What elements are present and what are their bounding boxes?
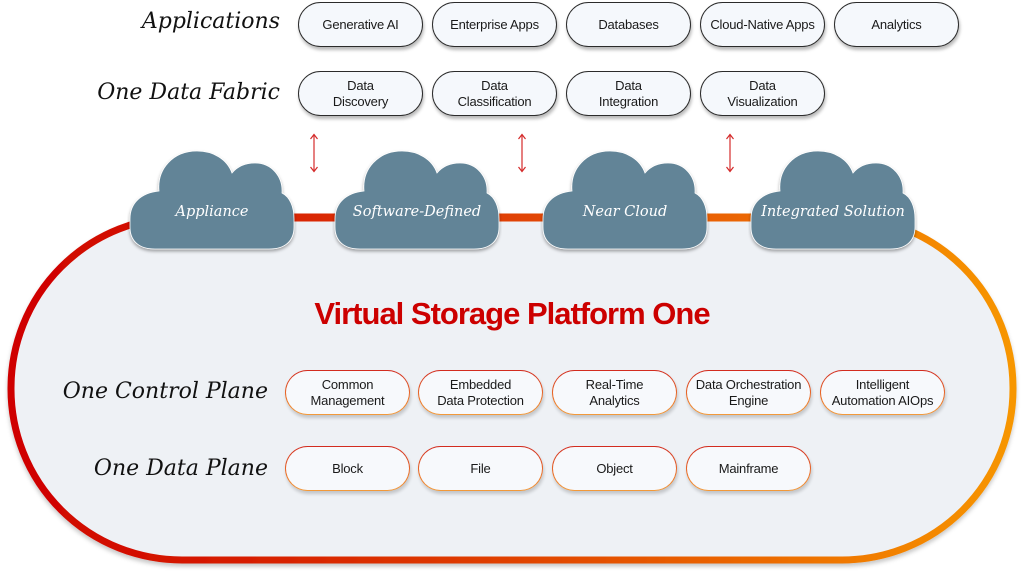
control-pill-label: Embedded Data Protection xyxy=(437,376,524,408)
control-plane-label: One Control Plane xyxy=(62,379,268,404)
cloud-label: Software-Defined xyxy=(352,204,482,220)
data-pill-label: Object xyxy=(596,460,633,476)
cloud-label: Integrated Solution xyxy=(761,204,905,220)
cloud-icon xyxy=(750,150,916,250)
data-pill-label: File xyxy=(470,460,491,476)
control-pill-intelligent-automation-aiops[interactable]: Intelligent Automation AIOps xyxy=(820,370,945,415)
data-pill-object[interactable]: Object xyxy=(552,446,677,491)
data-pill-block[interactable]: Block xyxy=(285,446,410,491)
cloud-near-cloud[interactable]: Near Cloud xyxy=(540,145,710,255)
control-pill-embedded-data-protection[interactable]: Embedded Data Protection xyxy=(418,370,543,415)
cloud-appliance[interactable]: Appliance xyxy=(127,145,297,255)
cloud-label: Appliance xyxy=(175,204,249,220)
cloud-software-defined[interactable]: Software-Defined xyxy=(332,145,502,255)
cloud-icon xyxy=(129,150,295,250)
data-pill-file[interactable]: File xyxy=(418,446,543,491)
control-pill-data-orchestration-engine[interactable]: Data Orchestration Engine xyxy=(686,370,811,415)
control-pill-real-time-analytics[interactable]: Real-Time Analytics xyxy=(552,370,677,415)
control-pill-label: Intelligent Automation AIOps xyxy=(831,376,934,408)
control-pill-common-management[interactable]: Common Management xyxy=(285,370,410,415)
data-plane-label: One Data Plane xyxy=(93,456,268,481)
control-pill-label: Data Orchestration Engine xyxy=(695,376,802,408)
data-pill-label: Block xyxy=(332,460,363,476)
control-pill-label: Real-Time Analytics xyxy=(585,376,644,408)
platform-title: Virtual Storage Platform One xyxy=(314,296,710,331)
data-pill-mainframe[interactable]: Mainframe xyxy=(686,446,811,491)
cloud-integrated-solution[interactable]: Integrated Solution xyxy=(748,145,918,255)
cloud-icon xyxy=(334,150,500,250)
control-pill-label: Common Management xyxy=(310,376,385,408)
data-pill-label: Mainframe xyxy=(718,460,779,476)
cloud-label: Near Cloud xyxy=(582,204,668,220)
cloud-icon xyxy=(542,150,708,250)
